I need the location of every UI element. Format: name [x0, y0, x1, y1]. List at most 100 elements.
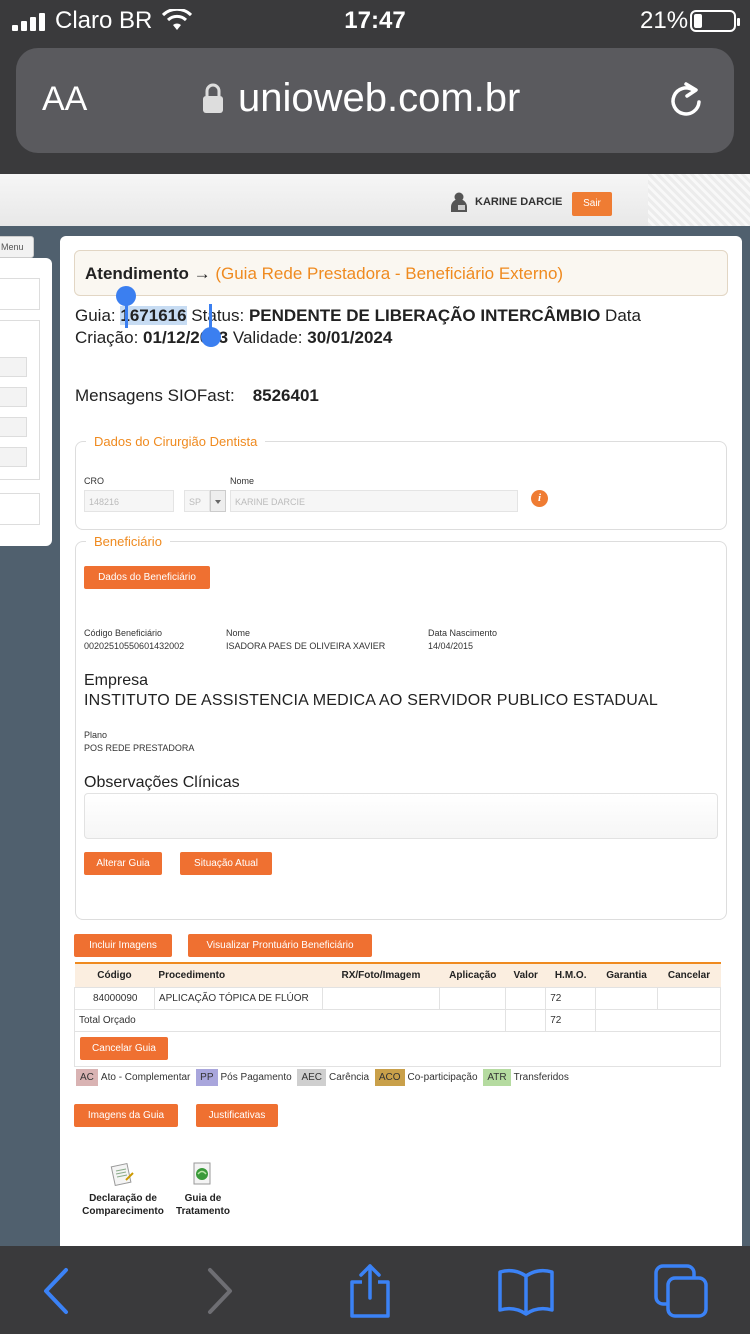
guia-number[interactable]: 1671616: [120, 306, 187, 325]
url-domain[interactable]: unioweb.com.br: [238, 76, 520, 121]
imagens-guia-button[interactable]: Imagens da Guia: [74, 1104, 178, 1127]
status-label: Status:: [191, 306, 245, 325]
total-valor: [505, 1008, 547, 1032]
siofast-label: Mensagens SIOFast:: [75, 386, 235, 405]
col-aplicacao: Aplicação: [439, 962, 506, 987]
legend-tag-ac: AC: [76, 1069, 98, 1086]
birthdate-value: 14/04/2015: [428, 641, 474, 651]
bookmarks-icon[interactable]: [496, 1264, 556, 1318]
col-valor: Valor: [505, 962, 546, 987]
user-icon: [451, 192, 467, 212]
incluir-imagens-button[interactable]: Incluir Imagens: [74, 934, 172, 957]
battery-percentage: 21%: [640, 7, 689, 34]
cro-field[interactable]: 148216: [84, 490, 174, 512]
legend-tag-atr: ATR: [483, 1069, 511, 1086]
treatment-guide-label[interactable]: Guia de Tratamento: [168, 1192, 238, 1218]
side-panel-row[interactable]: [0, 387, 27, 407]
guia-info-line-2: Criação: 01/12/2023 Validade: 30/01/2024: [75, 328, 392, 348]
beneficiary-data-button[interactable]: Dados do Beneficiário: [84, 566, 210, 589]
share-icon[interactable]: [340, 1264, 400, 1318]
empresa-value: INSTITUTO DE ASSISTENCIA MEDICA AO SERVI…: [84, 692, 658, 709]
uf-dropdown-button[interactable]: [210, 490, 226, 512]
dentist-name-label: Nome: [230, 476, 255, 486]
dentist-name-field[interactable]: KARINE DARCIE: [230, 490, 518, 512]
col-cancelar: Cancelar: [657, 962, 721, 987]
obs-textarea[interactable]: [84, 793, 718, 839]
treatment-label-line1: Guia de: [184, 1193, 222, 1204]
treatment-guide-icon[interactable]: [190, 1162, 216, 1186]
declaration-document-icon[interactable]: [110, 1162, 136, 1186]
treatment-label-line2: Tratamento: [176, 1206, 230, 1217]
table-row: 84000090 APLICAÇÃO TÓPICA DE FLÚOR 72: [74, 986, 721, 1010]
battery-icon: [690, 10, 740, 32]
clock: 17:47: [344, 7, 406, 34]
header-pattern: [648, 174, 750, 226]
cell-hmo: 72: [545, 986, 597, 1010]
justificativas-button[interactable]: Justificativas: [196, 1104, 278, 1127]
site-header: KARINE DARCIE Sair: [0, 174, 750, 226]
col-codigo: Código: [74, 962, 155, 987]
legend-tag-pp: PP: [196, 1069, 218, 1086]
cro-label: CRO: [84, 476, 104, 486]
dentist-fieldset: Dados do Cirurgião Dentista: [75, 434, 727, 530]
side-panel-row[interactable]: [0, 357, 27, 377]
forward-icon[interactable]: [188, 1264, 248, 1318]
uf-select[interactable]: SP: [184, 490, 210, 512]
birthdate-label: Data Nascimento: [428, 628, 498, 638]
side-panel-row[interactable]: [0, 447, 27, 467]
cell-aplicacao: [439, 986, 507, 1010]
situacao-atual-button[interactable]: Situação Atual: [180, 852, 272, 875]
logout-button[interactable]: Sair: [572, 192, 612, 216]
selection-handle-end[interactable]: [201, 327, 221, 347]
browser-chrome: Claro BR 17:47 21% AA unioweb.com.br: [0, 0, 750, 174]
total-empty: [595, 1008, 721, 1032]
cell-rx: [321, 986, 441, 1010]
declaration-document-label[interactable]: Declaração de Comparecimento: [74, 1192, 172, 1218]
cell-cancelar[interactable]: [657, 986, 721, 1010]
col-garantia: Garantia: [595, 962, 658, 987]
reload-icon[interactable]: [666, 80, 706, 120]
side-panel-box: [0, 493, 40, 525]
reader-text-size-button[interactable]: AA: [42, 80, 87, 119]
back-icon[interactable]: [28, 1264, 88, 1318]
visualizar-prontuario-button[interactable]: Visualizar Prontuário Beneficiário: [188, 934, 372, 957]
total-label: Total Orçado: [73, 1008, 507, 1032]
siofast-value: 8526401: [252, 386, 319, 405]
beneficiary-name-label: Nome: [226, 628, 251, 638]
cell-codigo: 84000090: [74, 986, 155, 1010]
legend-label-atr: Transferidos: [513, 1072, 569, 1083]
address-bar[interactable]: AA unioweb.com.br: [16, 48, 734, 153]
guia-label: Guia:: [75, 306, 116, 325]
plano-label: Plano: [84, 730, 108, 740]
beneficiary-fieldset: Beneficiário: [75, 534, 727, 920]
web-content: KARINE DARCIE Sair Menu Atendimento → (G…: [0, 174, 750, 1246]
siofast-messages: Mensagens SIOFast: 8526401: [75, 386, 319, 406]
criacao-label: Criação:: [75, 328, 139, 347]
declaration-label-line2: Comparecimento: [82, 1206, 164, 1217]
menu-tab[interactable]: Menu: [0, 236, 34, 258]
cancelar-guia-button[interactable]: Cancelar Guia: [80, 1037, 168, 1060]
beneficiary-code-label: Código Beneficiário: [84, 628, 163, 638]
legend-tag-aec: AEC: [297, 1069, 327, 1086]
validade-label: Validade:: [232, 328, 303, 347]
tabs-icon[interactable]: [652, 1264, 712, 1318]
guia-info-line-1: Guia: 1671616 Status: PENDENTE DE LIBERA…: [75, 306, 641, 326]
procedures-table: Código Procedimento RX/Foto/Imagem Aplic…: [73, 962, 721, 1032]
beneficiary-code-value: 00202510550601432002: [84, 641, 185, 651]
obs-title: Observações Clínicas: [84, 774, 240, 791]
declaration-label-line1: Declaração de: [89, 1193, 157, 1204]
side-panel-row[interactable]: [0, 417, 27, 437]
cell-garantia: [595, 986, 659, 1010]
alterar-guia-button[interactable]: Alterar Guia: [84, 852, 162, 875]
info-icon[interactable]: i: [531, 490, 548, 507]
total-hmo: 72: [545, 1008, 597, 1032]
col-procedimento: Procedimento: [154, 962, 323, 987]
main-panel: Atendimento → (Guia Rede Prestadora - Be…: [60, 236, 742, 1246]
selection-handle-start[interactable]: [116, 286, 136, 306]
beneficiary-name-value: ISADORA PAES DE OLIVEIRA XAVIER: [226, 641, 386, 651]
page-title: Atendimento → (Guia Rede Prestadora - Be…: [74, 250, 728, 296]
browser-toolbar: [0, 1246, 750, 1334]
legend-row: AC Ato - Complementar PP Pós Pagamento AEC…: [76, 1069, 572, 1086]
side-panel: [0, 258, 52, 546]
side-panel-list: [0, 320, 40, 480]
